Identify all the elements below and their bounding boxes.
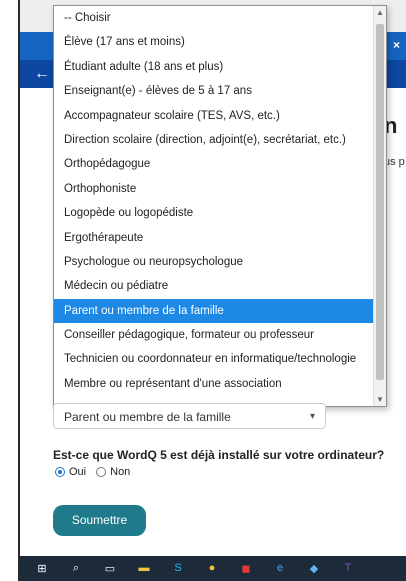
dropdown-scrollbar[interactable]: ▲ ▼ <box>373 6 386 406</box>
dropdown-option[interactable]: Accompagnateur scolaire (TES, AVS, etc.) <box>54 104 386 128</box>
scroll-up-arrow-icon[interactable]: ▲ <box>376 8 384 17</box>
role-select[interactable]: Parent ou membre de la famille ▾ <box>53 403 326 429</box>
installed-question: Est-ce que WordQ 5 est déjà installé sur… <box>53 448 385 462</box>
dropdown-option[interactable]: Logopède ou logopédiste <box>54 201 386 225</box>
store-icon[interactable]: ◆ <box>306 560 322 576</box>
radio-non-label: Non <box>110 466 131 478</box>
dropdown-option[interactable]: Médecin ou pédiatre <box>54 274 386 298</box>
radio-non[interactable]: Non <box>96 466 130 478</box>
dropdown-option[interactable]: Membre ou représentant d'une association <box>54 372 386 396</box>
dropdown-option[interactable]: Élève (17 ans et moins) <box>54 30 386 54</box>
windows-taskbar: ⊞ ⌕ ▭ ▬ S ● ◼ e ◆ T <box>20 556 406 581</box>
close-tab-button[interactable]: × <box>393 38 400 52</box>
dropdown-option[interactable]: Conseiller pédagogique, formateur ou pro… <box>54 323 386 347</box>
dropdown-option[interactable]: Orthophoniste <box>54 177 386 201</box>
radio-oui[interactable]: Oui <box>55 466 86 478</box>
task-view-icon[interactable]: ▭ <box>102 560 118 576</box>
dropdown-option[interactable]: -- Choisir <box>54 6 386 30</box>
left-window-edge <box>0 0 20 581</box>
dropdown-option[interactable]: Psychologue ou neuropsychologue <box>54 250 386 274</box>
search-icon[interactable]: ⌕ <box>68 560 84 576</box>
role-select-value: Parent ou membre de la famille <box>64 410 231 424</box>
radio-unchecked-icon[interactable] <box>96 467 107 477</box>
dropdown-option[interactable]: Technicien ou coordonnateur en informati… <box>54 347 386 371</box>
page-text-fragment: us p <box>384 156 405 168</box>
scroll-down-arrow-icon[interactable]: ▼ <box>376 395 384 404</box>
teams-icon[interactable]: T <box>340 560 356 576</box>
dropdown-option[interactable]: Étudiant adulte (18 ans et plus) <box>54 55 386 79</box>
app-icon[interactable]: ◼ <box>238 560 254 576</box>
dropdown-option-selected[interactable]: Parent ou membre de la famille <box>54 298 386 324</box>
role-dropdown-list[interactable]: -- Choisir Élève (17 ans et moins) Étudi… <box>53 5 387 407</box>
edge-icon[interactable]: e <box>272 560 288 576</box>
dropdown-option[interactable]: Direction scolaire (direction, adjoint(e… <box>54 128 386 152</box>
chrome-icon[interactable]: ● <box>204 560 220 576</box>
submit-button[interactable]: Soumettre <box>53 505 146 536</box>
installed-radio-group: Oui Non <box>55 466 130 478</box>
dropdown-option[interactable]: Enseignant(e) - élèves de 5 à 17 ans <box>54 79 386 103</box>
chevron-down-icon: ▾ <box>309 411 315 422</box>
dropdown-option[interactable]: Ergothérapeute <box>54 226 386 250</box>
radio-checked-icon[interactable] <box>55 467 65 477</box>
dropdown-option[interactable]: Orthopédagogue <box>54 152 386 176</box>
radio-oui-label: Oui <box>69 466 87 478</box>
scrollbar-thumb[interactable] <box>376 24 384 380</box>
back-arrow-icon[interactable]: ← <box>34 65 50 83</box>
file-explorer-icon[interactable]: ▬ <box>136 560 152 576</box>
skype-icon[interactable]: S <box>170 560 186 576</box>
windows-start-icon[interactable]: ⊞ <box>34 560 50 576</box>
